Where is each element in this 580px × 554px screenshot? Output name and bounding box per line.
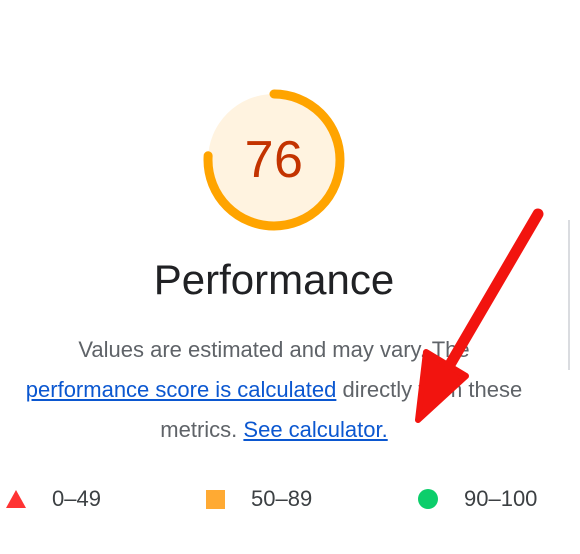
see-calculator-link[interactable]: See calculator. xyxy=(243,417,387,442)
score-value: 76 xyxy=(244,131,304,189)
performance-panel: 76 Performance Values are estimated and … xyxy=(0,0,580,554)
red-triangle-icon xyxy=(6,490,26,508)
legend-item-pass: 90–100 xyxy=(418,484,537,514)
legend-item-average: 50–89 xyxy=(206,484,312,514)
legend-range-average: 50–89 xyxy=(251,486,313,511)
category-title: Performance xyxy=(153,256,395,303)
score-gauge: 76 xyxy=(196,82,352,238)
green-circle-icon xyxy=(418,489,438,509)
score-calculated-link[interactable]: performance score is calculated xyxy=(26,377,337,402)
legend-item-fail: 0–49 xyxy=(6,484,101,514)
legend-range-fail: 0–49 xyxy=(52,486,101,511)
score-description: Values are estimated and may vary. The p… xyxy=(18,330,530,450)
legend-range-pass: 90–100 xyxy=(464,486,538,511)
orange-square-icon xyxy=(206,489,225,509)
panel-edge-divider xyxy=(568,220,570,370)
description-text-1: Values are estimated and may vary. The xyxy=(78,337,470,362)
